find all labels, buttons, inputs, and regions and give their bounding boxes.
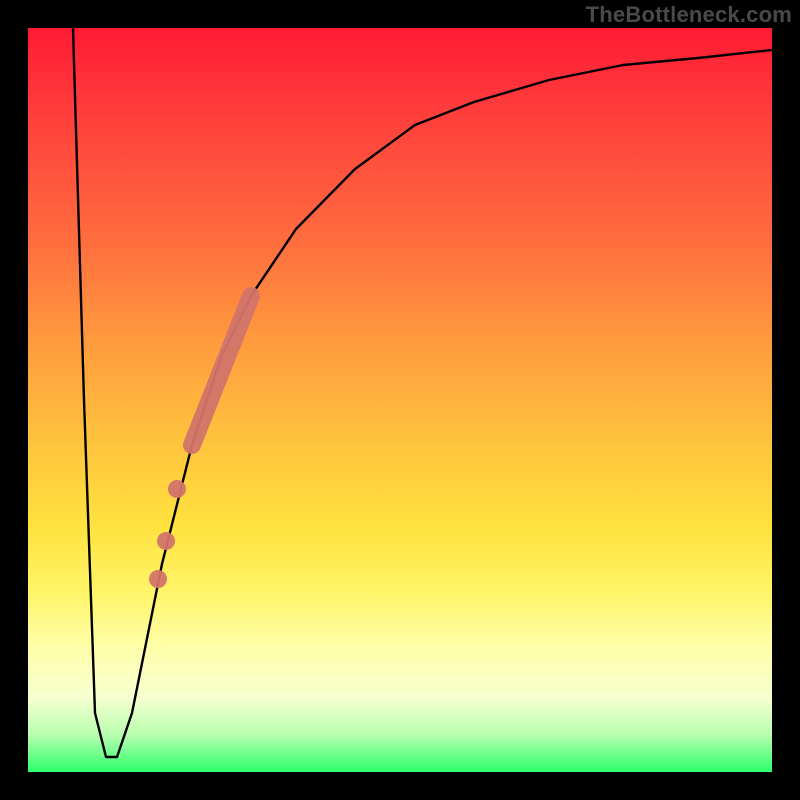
plot-area — [28, 28, 772, 772]
marker-bar — [192, 296, 251, 445]
bottleneck-curve — [73, 28, 772, 757]
marker-dot-3 — [149, 570, 167, 588]
chart-frame: TheBottleneck.com — [0, 0, 800, 800]
marker-dot-2 — [157, 532, 175, 550]
watermark-text: TheBottleneck.com — [586, 2, 792, 28]
curve-svg — [28, 28, 772, 772]
marker-dot-1 — [168, 480, 186, 498]
